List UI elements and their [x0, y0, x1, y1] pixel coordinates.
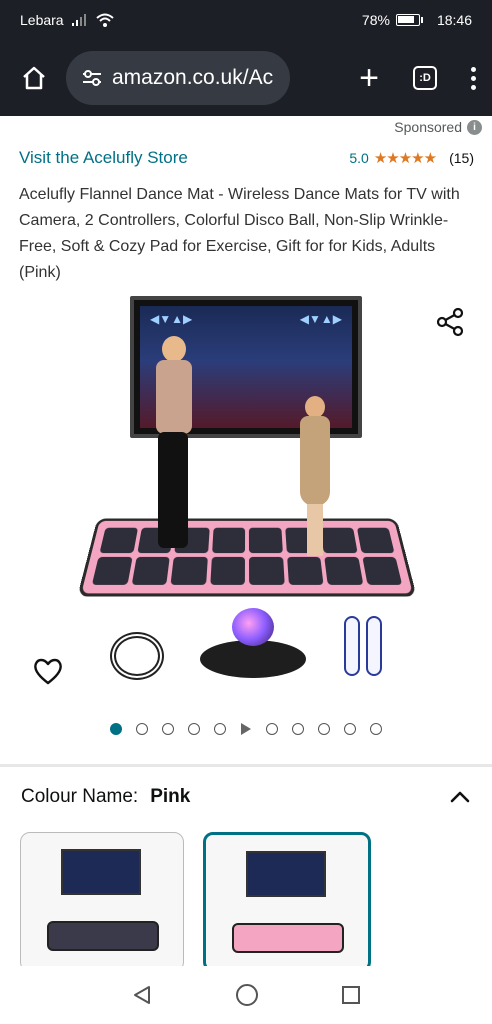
carousel-dot[interactable]	[188, 723, 200, 735]
carousel-dot[interactable]	[292, 723, 304, 735]
carrier-name: Lebara	[20, 12, 64, 28]
rating-value: 5.0	[349, 150, 369, 166]
site-settings-icon[interactable]	[82, 70, 102, 86]
product-title[interactable]: Acelufly Flannel Dance Mat - Wireless Da…	[19, 182, 479, 286]
carousel-dot[interactable]	[110, 723, 122, 735]
heart-icon	[34, 658, 62, 685]
usb-cable-illustration	[110, 632, 164, 680]
sponsored-label[interactable]: Sponsored i	[394, 119, 482, 135]
share-button[interactable]	[434, 306, 466, 338]
carousel-dot[interactable]	[162, 723, 174, 735]
product-image[interactable]: ◀▼▲▶ ◀▼▲▶	[77, 296, 417, 694]
address-bar[interactable]: amazon.co.uk/Acı	[66, 51, 290, 105]
colour-label: Colour Name:	[21, 786, 139, 807]
home-nav-icon[interactable]	[235, 983, 259, 1007]
chevron-up-icon[interactable]	[449, 789, 471, 805]
carousel-dot[interactable]	[318, 723, 330, 735]
clock: 18:46	[436, 12, 472, 28]
carousel-dot[interactable]	[136, 723, 148, 735]
dance-mat-illustration	[77, 518, 417, 597]
controller-illustration	[366, 616, 382, 676]
url-text: amazon.co.uk/Acı	[112, 66, 274, 89]
store-row: Visit the Acelufly Store 5.0 ★★★★★ (15)	[19, 148, 474, 168]
section-divider	[0, 764, 492, 767]
carousel-dot[interactable]	[214, 723, 226, 735]
dancer-child-illustration	[296, 396, 334, 556]
star-rating-icon: ★★★★★	[373, 150, 437, 167]
info-icon: i	[467, 119, 482, 135]
home-icon	[23, 66, 45, 90]
controller-illustration	[344, 616, 360, 676]
status-bar: Lebara 78% 18:46	[0, 0, 492, 40]
recents-icon[interactable]	[341, 985, 361, 1005]
carousel-dot[interactable]	[344, 723, 356, 735]
colour-option-black[interactable]	[20, 832, 184, 972]
colour-selector-header[interactable]: Colour Name: Pink	[21, 786, 471, 808]
tab-switcher-button[interactable]: :D	[413, 66, 437, 90]
home-button[interactable]	[16, 60, 52, 96]
new-tab-button[interactable]: +	[359, 61, 379, 95]
colour-value: Pink	[150, 786, 191, 807]
battery-icon	[395, 14, 420, 26]
carousel-dot[interactable]	[266, 723, 278, 735]
browser-toolbar: amazon.co.uk/Acı + :D	[0, 40, 492, 116]
system-navigation-bar	[0, 966, 492, 1024]
rating-summary[interactable]: 5.0 ★★★★★ (15)	[349, 149, 474, 167]
browser-menu-button[interactable]	[471, 66, 476, 90]
battery-percent: 78%	[361, 12, 390, 28]
signal-icon	[71, 14, 86, 26]
store-link[interactable]: Visit the Acelufly Store	[19, 148, 188, 168]
image-carousel-indicators[interactable]	[110, 723, 382, 735]
colour-option-pink[interactable]	[203, 832, 371, 972]
carousel-dot[interactable]	[370, 723, 382, 735]
video-play-icon[interactable]	[241, 723, 251, 735]
wifi-icon	[95, 13, 114, 27]
rating-count: (15)	[449, 150, 474, 166]
wishlist-button[interactable]	[32, 656, 64, 686]
back-icon[interactable]	[131, 984, 153, 1006]
disco-ball-illustration	[232, 608, 274, 646]
dancer-adult-illustration	[152, 336, 196, 566]
share-icon	[436, 307, 464, 337]
